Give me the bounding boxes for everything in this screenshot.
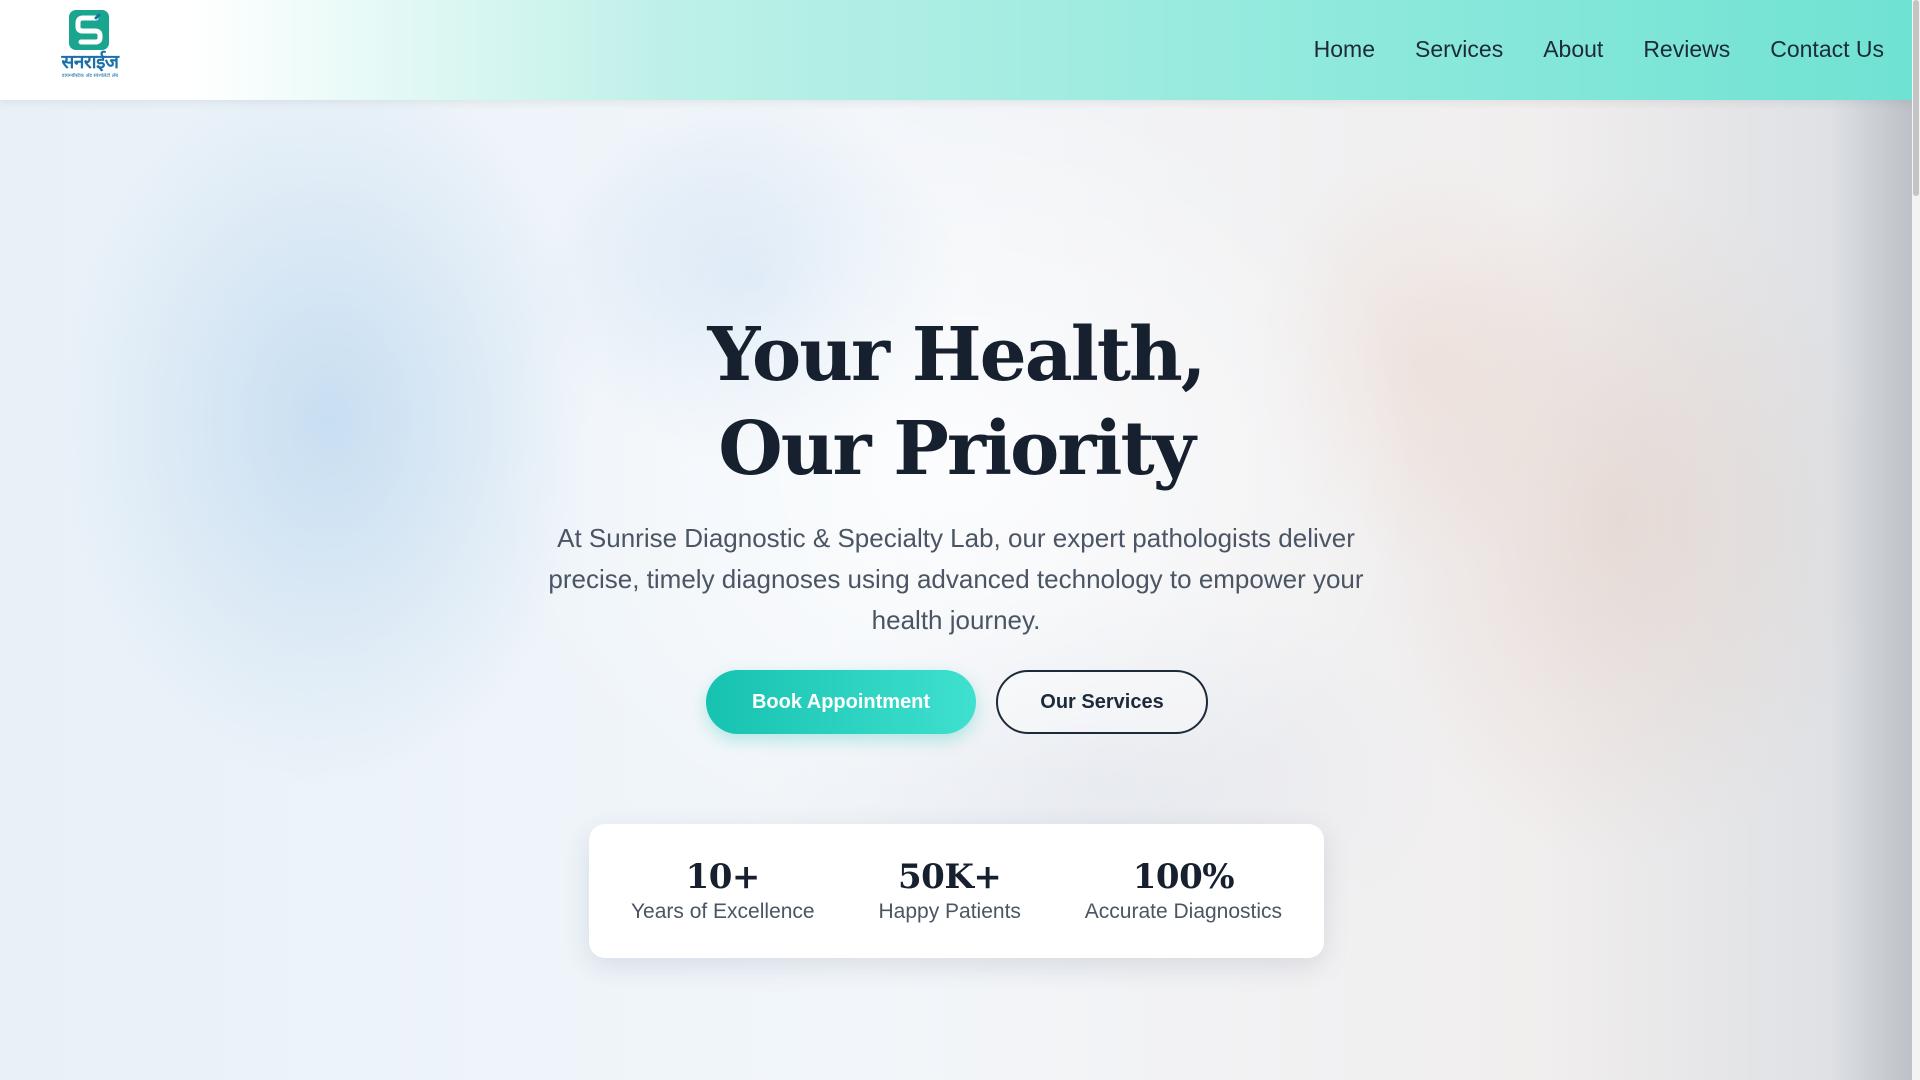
- stat-label: Happy Patients: [878, 900, 1021, 923]
- book-appointment-button[interactable]: Book Appointment: [706, 670, 976, 734]
- hero-description: At Sunrise Diagnostic & Specialty Lab, o…: [548, 523, 1364, 635]
- nav-home[interactable]: Home: [1314, 34, 1375, 64]
- stat-value: 10+: [685, 857, 761, 897]
- scrollbar-thumb[interactable]: [1913, 0, 1919, 196]
- stat-accuracy: 100% Accurate Diagnostics: [1085, 857, 1282, 925]
- nav-services[interactable]: Services: [1415, 34, 1503, 64]
- hero-buttons: Book Appointment Our Services: [706, 670, 1208, 734]
- navbar: सनराईज डायग्नोस्टिक अँड स्पेशलिटी लॅब Ho…: [0, 0, 1920, 100]
- vertical-scrollbar[interactable]: [1912, 0, 1920, 1080]
- hero-title-line-2: Our Priority: [718, 406, 1195, 492]
- hero-section: Your Health, Our Priority At Sunrise Dia…: [0, 100, 1912, 1080]
- hero-title: Your Health, Our Priority: [556, 308, 1356, 496]
- stat-label: Accurate Diagnostics: [1084, 900, 1283, 923]
- stat-label: Years of Excellence: [630, 900, 815, 923]
- logo-wordmark: सनराईज: [61, 51, 119, 73]
- logo-tagline: डायग्नोस्टिक अँड स्पेशलिटी लॅब: [61, 73, 119, 79]
- stat-patients: 50K+ Happy Patients: [878, 857, 1020, 925]
- our-services-button[interactable]: Our Services: [996, 670, 1208, 734]
- logo-icon: [69, 10, 109, 50]
- hero-title-line-1: Your Health,: [707, 312, 1206, 398]
- nav-contact-us[interactable]: Contact Us: [1770, 34, 1884, 64]
- stats-card: 10+ Years of Excellence 50K+ Happy Patie…: [589, 824, 1324, 958]
- nav-about[interactable]: About: [1543, 34, 1603, 64]
- nav-reviews[interactable]: Reviews: [1643, 34, 1730, 64]
- stat-years: 10+ Years of Excellence: [631, 857, 815, 925]
- logo[interactable]: सनराईज डायग्नोस्टिक अँड स्पेशलिटी लॅब: [50, 10, 130, 82]
- stat-value: 100%: [1132, 857, 1235, 897]
- main-nav: Home Services About Reviews Contact Us: [1314, 34, 1884, 64]
- stat-value: 50K+: [898, 857, 1002, 897]
